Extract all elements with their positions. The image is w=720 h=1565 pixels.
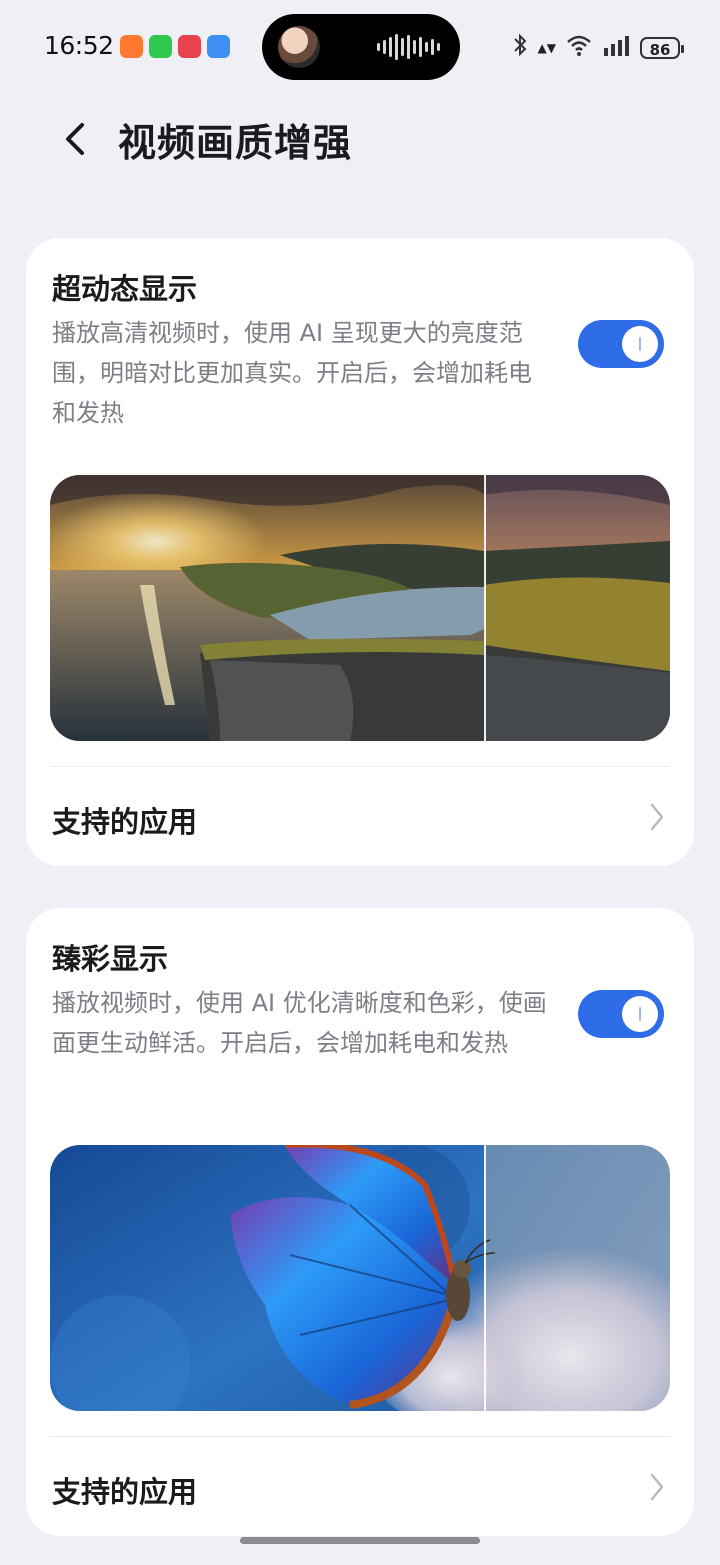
audio-wave-icon [377,34,440,60]
media-avatar [278,26,320,68]
game-notification-icon [178,35,201,58]
compare-divider[interactable] [484,475,486,741]
supported-apps-label: 支持的应用 [52,805,198,839]
taobao-notification-icon [120,35,143,58]
wifi-icon [566,34,592,61]
butterfly-preview-image [50,1145,670,1411]
supported-apps-label: 支持的应用 [52,1475,198,1509]
compare-divider[interactable] [484,1145,486,1411]
status-bar: 16:52 ▲▼ 86 [0,0,720,90]
toggle-knob [622,996,658,1032]
feature-title: 臻彩显示 [52,942,169,976]
page-title: 视频画质增强 [118,121,353,165]
landscape-illustration [50,475,670,741]
system-icons: ▲▼ 86 [512,33,684,62]
bluetooth-icon [512,33,528,62]
toggle-knob [622,326,658,362]
vivid-color-card: 臻彩显示 播放视频时，使用 AI 优化清晰度和色彩，使画面更生动鲜活。开启后，会… [26,908,694,1536]
network-speed-icon: ▲▼ [537,40,556,55]
landscape-preview-image [50,475,670,741]
chevron-right-icon [650,1473,664,1501]
status-time: 16:52 [44,31,114,60]
battery-icon: 86 [640,36,684,59]
home-indicator[interactable] [240,1537,480,1544]
feature-description: 播放高清视频时，使用 AI 呈现更大的亮度范围，明暗对比更加真实。开启后，会增加… [52,319,532,427]
chevron-left-icon [66,123,84,155]
hdr-display-card: 超动态显示 播放高清视频时，使用 AI 呈现更大的亮度范围，明暗对比更加真实。开… [26,238,694,866]
butterfly-illustration [50,1145,670,1411]
hdr-display-toggle[interactable] [578,320,664,368]
chevron-right-icon [650,803,664,831]
feature-description: 播放视频时，使用 AI 优化清晰度和色彩，使画面更生动鲜活。开启后，会增加耗电和… [52,989,547,1057]
back-button[interactable] [56,115,96,163]
supported-apps-row[interactable]: 支持的应用 [26,1437,694,1536]
notification-icons [120,35,230,58]
message-notification-icon [207,35,230,58]
dynamic-island[interactable] [262,14,460,80]
signal-icon [602,34,630,61]
supported-apps-row[interactable]: 支持的应用 [26,767,694,866]
vivid-color-toggle[interactable] [578,990,664,1038]
wechat-notification-icon [149,35,172,58]
feature-title: 超动态显示 [52,272,198,306]
